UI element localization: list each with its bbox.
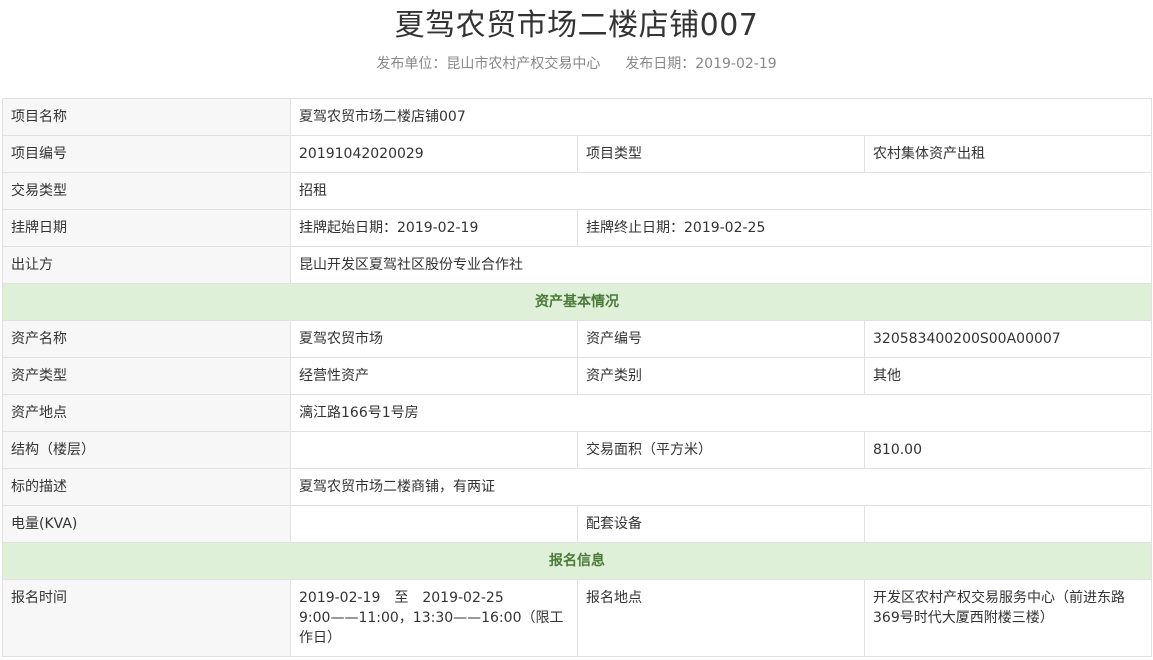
structure-label: 结构（楼层） [2, 431, 291, 469]
project-info-table: 项目名称 夏驾农贸市场二楼店铺007 项目编号 20191042020029 项… [1, 98, 1153, 657]
publisher-label: 发布单位： [376, 56, 447, 72]
table-row: 标的描述 夏驾农贸市场二楼商铺，有两证 [2, 468, 1153, 506]
equipment-value [863, 505, 1153, 543]
signup-hours: 9:00——11:00，13:30——16:00（限工作日） [299, 610, 564, 646]
signup-dates: 2019-02-19 至 2019-02-25 [299, 590, 504, 606]
asset-location-value: 漓江路166号1号房 [289, 394, 1153, 432]
area-label: 交易面积（平方米） [577, 431, 865, 469]
signup-section-heading: 报名信息 [1, 542, 1153, 580]
table-row: 出让方 昆山开发区夏驾社区股份专业合作社 [2, 246, 1153, 284]
asset-section-heading: 资产基本情况 [1, 283, 1153, 321]
table-row: 报名时间 2019-02-19 至 2019-02-25 9:00——11:00… [2, 579, 1153, 657]
asset-name-label: 资产名称 [2, 320, 291, 358]
asset-name-value: 夏驾农贸市场 [290, 320, 578, 358]
table-row: 挂牌日期 挂牌起始日期：2019-02-19 挂牌终止日期：2019-02-25 [2, 209, 1153, 247]
transferor-label: 出让方 [2, 246, 291, 284]
publish-date-value: 2019-02-19 [695, 56, 777, 72]
page-title: 夏驾农贸市场二楼店铺007 [394, 8, 759, 43]
project-name-value: 夏驾农贸市场二楼店铺007 [289, 98, 1153, 136]
signup-time-value: 2019-02-19 至 2019-02-25 9:00——11:00，13:3… [290, 579, 578, 657]
publish-date-label: 发布日期： [625, 56, 696, 72]
section-header-row: 报名信息 [1, 542, 1153, 580]
project-no-label: 项目编号 [2, 135, 291, 173]
table-row: 项目编号 20191042020029 项目类型 农村集体资产出租 [2, 135, 1153, 173]
signup-place-label: 报名地点 [577, 579, 865, 657]
asset-type-value: 经营性资产 [290, 357, 578, 395]
trade-type-label: 交易类型 [2, 172, 291, 210]
asset-no-value: 320583400200S00A00007 [863, 320, 1153, 358]
asset-no-label: 资产编号 [577, 320, 865, 358]
signup-place-value: 开发区农村产权交易服务中心（前进东路369号时代大厦西附楼三楼） [863, 579, 1153, 657]
asset-category-value: 其他 [863, 357, 1153, 395]
structure-value [290, 431, 578, 469]
area-value: 810.00 [863, 431, 1153, 469]
table-row: 项目名称 夏驾农贸市场二楼店铺007 [2, 98, 1153, 136]
asset-type-label: 资产类型 [2, 357, 291, 395]
project-name-label: 项目名称 [2, 98, 291, 136]
asset-category-label: 资产类别 [577, 357, 865, 395]
listing-start-date: 挂牌起始日期：2019-02-19 [290, 209, 578, 247]
table-row: 资产地点 漓江路166号1号房 [2, 394, 1153, 432]
description-value: 夏驾农贸市场二楼商铺，有两证 [289, 468, 1153, 506]
project-type-value: 农村集体资产出租 [863, 135, 1153, 173]
equipment-label: 配套设备 [577, 505, 865, 543]
signup-time-label: 报名时间 [2, 579, 291, 657]
description-label: 标的描述 [2, 468, 291, 506]
table-row: 资产名称 夏驾农贸市场 资产编号 320583400200S00A00007 [2, 320, 1153, 358]
power-label: 电量(KVA) [2, 505, 291, 543]
asset-location-label: 资产地点 [2, 394, 291, 432]
power-value [290, 505, 578, 543]
publish-meta: 发布单位：昆山市农村产权交易中心 发布日期：2019-02-19 [0, 55, 1153, 73]
project-no-value: 20191042020029 [290, 135, 578, 173]
transferor-value: 昆山开发区夏驾社区股份专业合作社 [289, 246, 1153, 284]
table-row: 资产类型 经营性资产 资产类别 其他 [2, 357, 1153, 395]
table-row: 交易类型 招租 [2, 172, 1153, 210]
section-header-row: 资产基本情况 [1, 283, 1153, 321]
page-header: 夏驾农贸市场二楼店铺007 发布单位：昆山市农村产权交易中心 发布日期：2019… [0, 0, 1153, 73]
publisher-value: 昆山市农村产权交易中心 [446, 56, 601, 72]
listing-end-date: 挂牌终止日期：2019-02-25 [576, 209, 1153, 247]
trade-type-value: 招租 [289, 172, 1153, 210]
project-type-label: 项目类型 [577, 135, 865, 173]
table-row: 结构（楼层） 交易面积（平方米） 810.00 [2, 431, 1153, 469]
table-row: 电量(KVA) 配套设备 [2, 505, 1153, 543]
listing-date-label: 挂牌日期 [2, 209, 291, 247]
